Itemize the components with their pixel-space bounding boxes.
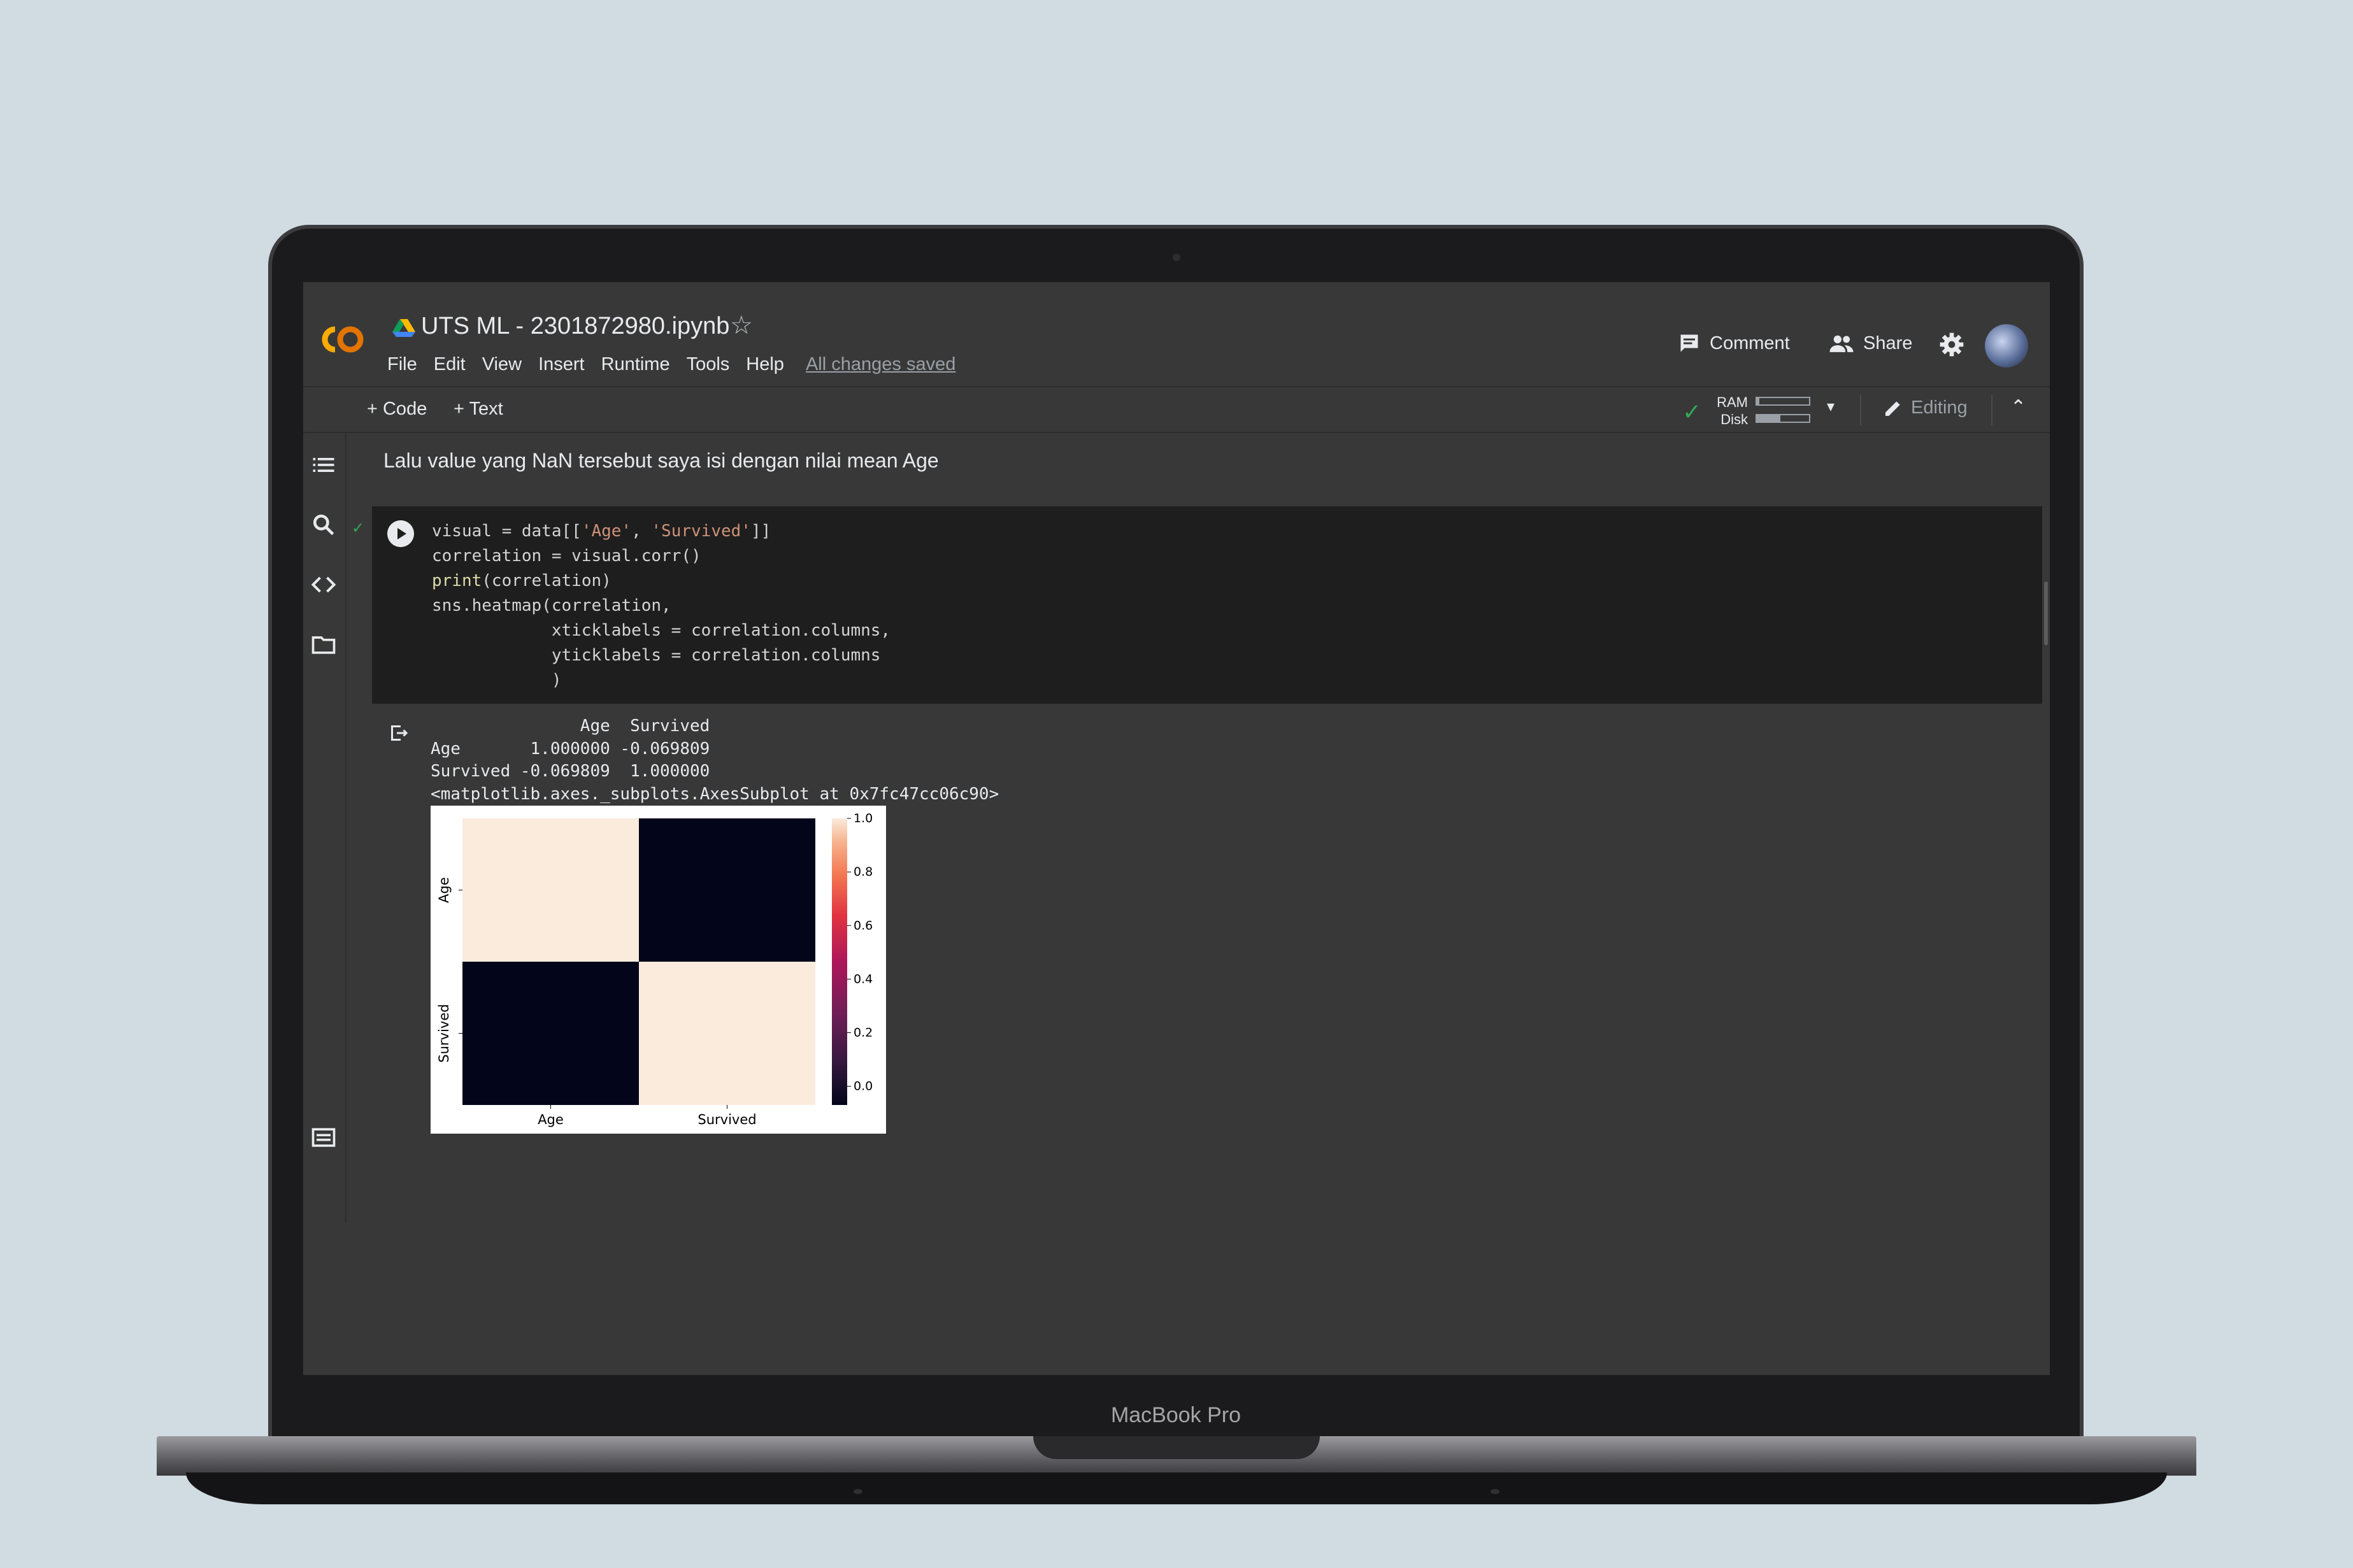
toolbar-divider xyxy=(1860,395,1861,425)
runtime-dropdown-icon[interactable]: ▾ xyxy=(1827,397,1834,416)
laptop-foot xyxy=(854,1489,862,1494)
menu-insert[interactable]: Insert xyxy=(538,354,585,375)
folder-icon[interactable] xyxy=(310,631,338,659)
output-menu-icon[interactable] xyxy=(387,722,410,745)
editing-label: Editing xyxy=(1911,397,1968,418)
menu-runtime[interactable]: Runtime xyxy=(601,354,670,375)
terminal-icon[interactable] xyxy=(310,1123,338,1151)
share-button[interactable]: Share xyxy=(1829,332,1912,355)
code-line-text: visual = data[['Age', 'Survived']] xyxy=(432,522,771,541)
output-line: <matplotlib.axes._subplots.AxesSubplot a… xyxy=(431,784,999,804)
camera xyxy=(1173,253,1180,261)
device-label: MacBook Pro xyxy=(1110,1403,1241,1427)
disk-label: Disk xyxy=(1720,411,1748,427)
heatmap-cell xyxy=(639,818,815,962)
add-text-button[interactable]: + Text xyxy=(454,399,503,420)
gear-icon[interactable] xyxy=(1939,332,1964,357)
colorbar-tick-label: 0.4 xyxy=(854,972,873,986)
google-drive-icon[interactable] xyxy=(392,318,415,338)
cell-output-text: Age Survived Age 1.000000 -0.069809 Surv… xyxy=(431,715,999,806)
comment-label: Comment xyxy=(1710,332,1790,353)
menu-file[interactable]: File xyxy=(387,354,417,375)
colorbar-tick-label: 0.6 xyxy=(854,918,873,932)
x-tick-label: Survived xyxy=(697,1112,756,1127)
code-line: correlation = visual.corr() xyxy=(432,546,701,566)
colorbar-tick-label: 1.0 xyxy=(854,811,873,825)
code-editor[interactable]: visual = data[['Age', 'Survived']] corre… xyxy=(432,519,890,693)
code-snippets-icon[interactable] xyxy=(310,571,338,599)
heatmap-cell xyxy=(462,818,639,962)
disk-meter-fill xyxy=(1757,415,1780,422)
y-tick-label: Survived xyxy=(436,1004,452,1062)
code-line: visual = data[['Age', 'Survived']] xyxy=(432,522,771,541)
ram-label: RAM xyxy=(1717,394,1748,410)
chevron-up-icon[interactable]: ⌃ xyxy=(2010,396,2026,418)
menu-bar: File Edit View Insert Runtime Tools Help… xyxy=(387,354,955,375)
code-line: yticklabels = correlation.columns xyxy=(432,646,881,665)
notebook-toolbar: + Code + Text ✓ RAM Disk ▾ Editing ⌃ xyxy=(303,387,2050,433)
menu-view[interactable]: View xyxy=(482,354,522,375)
laptop-foot xyxy=(1491,1489,1499,1494)
comment-button[interactable]: Comment xyxy=(1678,332,1790,355)
laptop-notch xyxy=(1033,1436,1320,1459)
ram-meter[interactable] xyxy=(1756,397,1810,406)
code-line: xticklabels = correlation.columns, xyxy=(432,621,890,640)
scrollbar[interactable] xyxy=(2044,581,2048,645)
code-line-text: xticklabels = correlation.columns, xyxy=(432,621,891,640)
colab-logo-icon[interactable] xyxy=(313,322,367,357)
people-icon xyxy=(1829,335,1854,352)
code-line-text: print(correlation) xyxy=(432,571,611,590)
heatmap-cell xyxy=(462,962,639,1105)
code-line-text: yticklabels = correlation.columns xyxy=(432,646,881,665)
colorbar-tick-label: 0.2 xyxy=(854,1026,873,1040)
menu-edit[interactable]: Edit xyxy=(434,354,466,375)
code-line-text: ) xyxy=(432,671,562,690)
connected-check-icon: ✓ xyxy=(1682,399,1702,425)
share-label: Share xyxy=(1863,332,1913,353)
screen: UTS ML - 2301872980.ipynb ☆ File Edit Vi… xyxy=(303,282,2050,1375)
disk-meter[interactable] xyxy=(1756,414,1810,423)
table-of-contents-icon[interactable] xyxy=(310,451,338,479)
cell-executed-check-icon: ✓ xyxy=(352,520,365,537)
x-tick-label: Age xyxy=(538,1112,564,1127)
colab-header: UTS ML - 2301872980.ipynb ☆ File Edit Vi… xyxy=(303,282,2050,387)
resource-labels[interactable]: RAM Disk xyxy=(1711,394,1748,428)
save-status-link[interactable]: All changes saved xyxy=(806,354,955,375)
colorbar xyxy=(832,818,847,1105)
star-icon[interactable]: ☆ xyxy=(730,311,753,340)
comment-icon xyxy=(1680,334,1698,352)
menu-help[interactable]: Help xyxy=(746,354,784,375)
avatar[interactable] xyxy=(1985,324,2028,367)
y-tick-label: Age xyxy=(436,877,452,903)
markdown-cell-text[interactable]: Lalu value yang NaN tersebut saya isi de… xyxy=(383,449,939,473)
colorbar-tick-label: 0.8 xyxy=(854,865,873,879)
code-line-text: sns.heatmap(correlation, xyxy=(432,596,671,615)
output-line: Survived -0.069809 1.000000 xyxy=(431,762,710,781)
pencil-icon xyxy=(1885,401,1900,416)
laptop-base-bottom xyxy=(186,1472,2167,1504)
code-line-text: correlation = visual.corr() xyxy=(432,546,701,566)
menu-tools[interactable]: Tools xyxy=(687,354,730,375)
output-line: Age Survived xyxy=(431,716,710,736)
code-line: sns.heatmap(correlation, xyxy=(432,596,671,615)
editing-mode-button[interactable]: Editing xyxy=(1883,397,1968,418)
ram-meter-fill xyxy=(1757,398,1760,404)
add-code-button[interactable]: + Code xyxy=(367,399,427,420)
code-line: print(correlation) xyxy=(432,571,611,590)
heatmap-cell xyxy=(639,962,815,1105)
left-sidebar xyxy=(303,433,347,1223)
toolbar-divider xyxy=(1991,395,1992,425)
output-line: Age 1.000000 -0.069809 xyxy=(431,739,710,759)
search-icon[interactable] xyxy=(310,511,338,539)
code-line: ) xyxy=(432,671,562,690)
notebook-title[interactable]: UTS ML - 2301872980.ipynb xyxy=(421,313,729,340)
run-cell-button[interactable] xyxy=(387,520,414,547)
colorbar-tick-label: 0.0 xyxy=(854,1080,873,1094)
correlation-heatmap: Age Survived Age Survived 0.0 0.2 0.4 0.6 0.8 1.… xyxy=(431,806,886,1134)
